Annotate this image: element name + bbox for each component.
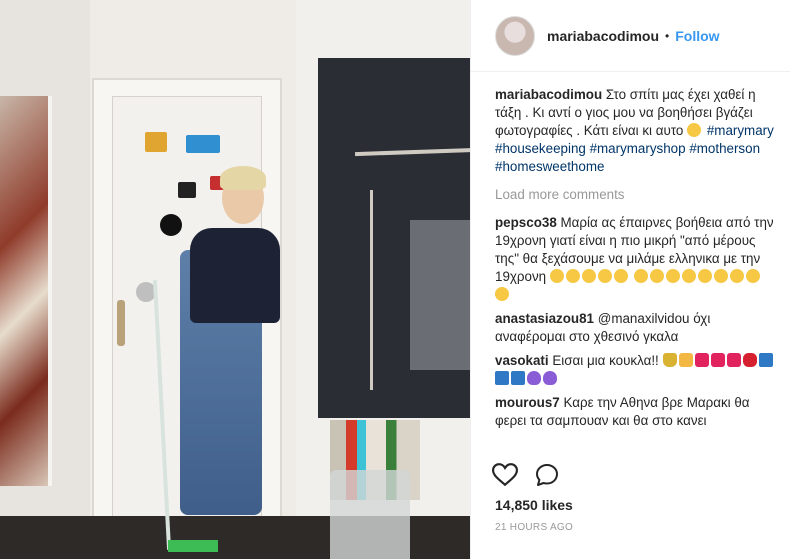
grinning-face-icon xyxy=(581,269,596,283)
post-actions xyxy=(491,460,575,490)
comment-item: vasokati Εισαι μια κουκλα!! xyxy=(495,352,777,388)
grinning-face-icon xyxy=(745,269,760,283)
likes-count[interactable]: 14,850 likes xyxy=(495,497,573,513)
door-sticker xyxy=(186,135,220,153)
wall-painting xyxy=(0,96,48,486)
like-button[interactable] xyxy=(491,461,519,489)
post-header: mariabacodimou • Follow xyxy=(471,0,790,72)
post-photo[interactable] xyxy=(0,0,470,559)
grinning-face-icon xyxy=(495,287,509,301)
woman-sweater xyxy=(190,228,280,323)
caption-username[interactable]: mariabacodimou xyxy=(495,87,602,102)
door-sticker xyxy=(178,182,196,198)
grinning-face-icon xyxy=(649,269,664,283)
grinning-face-icon xyxy=(613,269,628,283)
chalk-line xyxy=(370,190,373,390)
grinning-face-icon xyxy=(665,269,680,283)
grinning-face-icon xyxy=(681,269,696,283)
door-sticker xyxy=(160,214,182,236)
heart-icon xyxy=(710,353,725,367)
kiss-mark-icon xyxy=(742,353,757,367)
mop-head xyxy=(168,540,218,552)
hashtag-link[interactable]: #homesweethome xyxy=(495,159,604,174)
comment-username[interactable]: anastasiazou81 xyxy=(495,311,594,326)
anchor-icon xyxy=(758,353,773,367)
hashtag-link[interactable]: #housekeeping xyxy=(495,141,586,156)
storage-shelf xyxy=(410,220,470,370)
post-sidebar: mariabacodimou • Follow mariabacodimou Σ… xyxy=(470,0,790,559)
comment-username[interactable]: pepsco38 xyxy=(495,215,557,230)
load-more-comments-link[interactable]: Load more comments xyxy=(495,186,777,204)
grinning-face-icon xyxy=(633,269,648,283)
header-username[interactable]: mariabacodimou xyxy=(547,28,659,44)
woman-hair xyxy=(220,166,266,190)
door-handle xyxy=(117,300,125,346)
separator-dot: • xyxy=(665,28,670,43)
heart-icon xyxy=(726,353,741,367)
anchor-icon xyxy=(511,371,525,385)
heart-icon xyxy=(694,353,709,367)
door-sticker xyxy=(145,132,167,152)
comment-item: anastasiazou81 @manaxilvidou όχι αναφέρο… xyxy=(495,310,777,346)
avatar[interactable] xyxy=(495,15,535,56)
instagram-post: mariabacodimou • Follow mariabacodimou Σ… xyxy=(0,0,790,559)
follow-button[interactable]: Follow xyxy=(675,28,719,44)
speech-bubble-icon xyxy=(536,464,558,486)
comment-list[interactable]: mariabacodimou Στο σπίτι μας έχει χαθεί … xyxy=(495,86,777,450)
grinning-face-icon xyxy=(697,269,712,283)
hashtag-link[interactable]: #marymaryshop xyxy=(590,141,686,156)
heart-outline-icon xyxy=(492,463,518,487)
caption: mariabacodimou Στο σπίτι μας έχει χαθεί … xyxy=(495,86,777,176)
comment-item: mourous7 Καρε την Αθηνα βρε Μαρακι θα φε… xyxy=(495,394,777,430)
comment-username[interactable]: mourous7 xyxy=(495,395,560,410)
comment-item: pepsco38 Μαρία ας έπαιρνες βοήθεια από τ… xyxy=(495,214,777,304)
comment-text: Εισαι μια κουκλα!! xyxy=(552,353,659,368)
glass-vase xyxy=(330,470,410,559)
hashtag-link[interactable]: #motherson xyxy=(689,141,760,156)
grinning-face-icon xyxy=(729,269,744,283)
grinning-face-icon xyxy=(597,269,612,283)
anchor-icon xyxy=(495,371,509,385)
grinning-face-icon xyxy=(713,269,728,283)
comment-username[interactable]: vasokati xyxy=(495,353,549,368)
comment-button[interactable] xyxy=(533,461,561,489)
thumbs-up-icon xyxy=(678,353,693,367)
painting-frame xyxy=(48,96,52,486)
trophy-icon xyxy=(662,353,677,367)
grinning-face-icon xyxy=(565,269,580,283)
hashtag-link[interactable]: #marymary xyxy=(707,123,774,138)
grinning-face-icon xyxy=(549,269,564,283)
grinning-face-icon xyxy=(687,123,702,137)
purple-heart-icon xyxy=(527,371,541,385)
purple-heart-icon xyxy=(543,371,557,385)
post-timestamp[interactable]: 21 HOURS AGO xyxy=(495,522,573,533)
